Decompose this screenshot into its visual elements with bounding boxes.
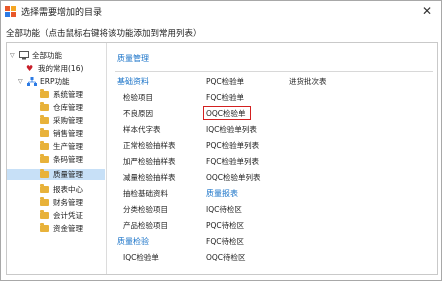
function-panel: 质量管理 基础资料 检验项目 不良原因 样本代字表 正常检验抽样表 加严检验抽样… [106,43,438,274]
tree-erp-label: ERP功能 [40,77,70,86]
function-item[interactable]: 加严检验抽样表 [123,156,176,167]
panel-title: 质量管理 [117,54,149,63]
dialog-window: 选择需要增加的目录 ✕ 全部功能（点击鼠标右键将该功能添加到常用列表） ▽ 全部… [0,0,442,281]
tree-item-root[interactable]: ▽ 全部功能 [9,50,103,61]
tree-module-system[interactable]: 系统管理 [40,89,103,100]
function-item[interactable]: FQC检验单列表 [206,156,259,167]
folder-icon [40,115,49,124]
hint-text: 全部功能（点击鼠标右键将该功能添加到常用列表） [6,29,202,39]
tree-module-voucher[interactable]: 会计凭证 [40,210,103,221]
function-item[interactable]: 分类检验项目 [123,204,168,215]
window-title: 选择需要增加的目录 [21,8,103,18]
function-item[interactable]: IQC检验单列表 [206,124,257,135]
folder-icon [40,154,49,163]
group-report: 质量报表 [206,189,238,198]
folder-icon [40,169,49,178]
function-item[interactable]: 正常检验抽样表 [123,140,176,151]
function-tree: ▽ 全部功能 ♥ 我的常用(16) ▽ ERP功能 系统管理 仓库管理 采购管理… [7,43,105,274]
tree-item-erp[interactable]: ▽ ERP功能 [9,76,103,87]
tree-module-warehouse[interactable]: 仓库管理 [40,102,103,113]
function-item-oqc[interactable]: OQC检验单 [206,108,246,119]
function-item[interactable]: PQC检验单列表 [206,140,259,151]
monitor-icon [19,51,29,60]
function-item[interactable]: IQC检验单 [123,252,159,263]
function-item[interactable]: FQC检验单 [206,92,244,103]
close-button[interactable]: ✕ [419,2,435,20]
function-item[interactable]: 样本代字表 [123,124,161,135]
title-bar: 选择需要增加的目录 ✕ [1,1,441,22]
chevron-down-icon: ▽ [10,52,15,59]
folder-icon [40,223,49,232]
tree-module-reports[interactable]: 报表中心 [40,184,103,195]
folder-icon [40,210,49,219]
folder-icon [40,89,49,98]
divider [115,71,433,72]
tree-module-finance[interactable]: 财务管理 [40,197,103,208]
function-item[interactable]: PQC待检区 [206,220,244,231]
function-item[interactable]: OQC待检区 [206,252,246,263]
folder-icon [40,197,49,206]
function-item[interactable]: PQC检验单 [206,76,244,87]
group-inspection: 质量检验 [117,237,149,246]
function-item[interactable]: 检验项目 [123,92,153,103]
folder-icon [40,141,49,150]
function-item[interactable]: OQC检验单列表 [206,172,261,183]
tree-module-sales[interactable]: 销售管理 [40,128,103,139]
function-item[interactable]: 进货批次表 [289,76,327,87]
function-item[interactable]: FQC待检区 [206,236,244,247]
tree-module-production[interactable]: 生产管理 [40,141,103,152]
chevron-down-icon: ▽ [18,78,23,85]
tree-item-favorites[interactable]: ♥ 我的常用(16) [9,63,103,74]
function-item[interactable]: 产品检验项目 [123,220,168,231]
folder-icon [40,128,49,137]
function-item[interactable]: 减量检验抽样表 [123,172,176,183]
function-item[interactable]: IQC待检区 [206,204,242,215]
folder-icon [40,102,49,111]
tree-module-quality[interactable]: 质量管理 [7,169,105,180]
folder-icon [40,184,49,193]
content-frame: ▽ 全部功能 ♥ 我的常用(16) ▽ ERP功能 系统管理 仓库管理 采购管理… [6,42,438,275]
function-item[interactable]: 不良原因 [123,108,153,119]
tree-module-barcode[interactable]: 条码管理 [40,154,103,165]
function-item[interactable]: 抽检基础资料 [123,188,168,199]
org-chart-icon [27,77,37,86]
tree-favorites-label: 我的常用(16) [38,64,84,73]
tree-module-purchase[interactable]: 采购管理 [40,115,103,126]
tree-module-funds[interactable]: 资金管理 [40,223,103,234]
group-basic: 基础资料 [117,77,149,86]
app-icon [5,6,16,17]
tree-root-label: 全部功能 [32,51,62,60]
heart-icon: ♥ [26,64,34,73]
